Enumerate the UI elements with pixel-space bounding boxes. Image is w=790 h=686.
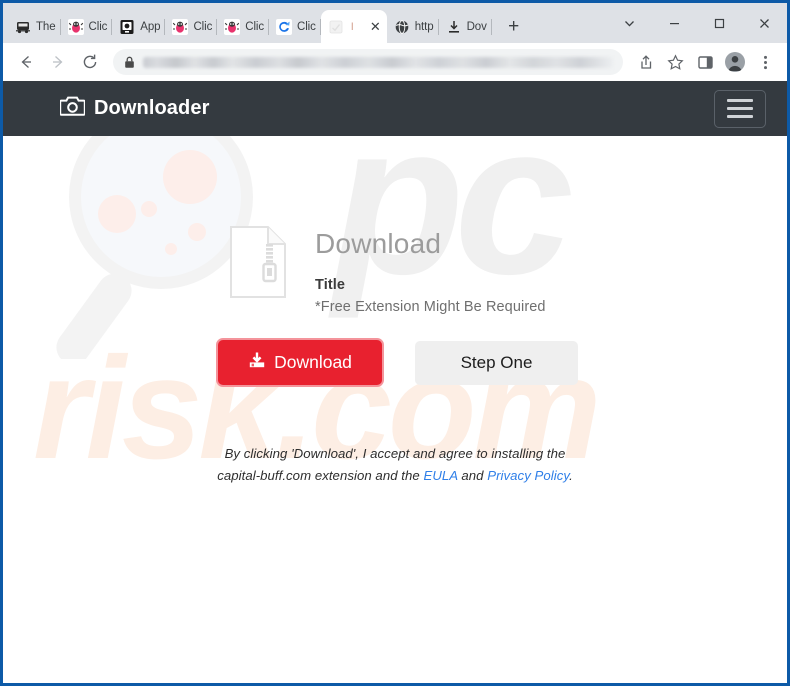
new-tab-button[interactable]: + <box>500 12 528 40</box>
tab-label: App <box>140 20 161 33</box>
zip-file-icon <box>230 226 286 298</box>
bug-icon <box>224 18 241 35</box>
window-maximize-button[interactable] <box>697 7 742 39</box>
button-row: Download Step One <box>3 338 787 388</box>
refresh-blue-icon <box>276 18 292 35</box>
bug-icon <box>172 18 189 35</box>
window-minimize-button[interactable] <box>652 7 697 39</box>
tab-label: Clic <box>297 20 316 33</box>
download-card: Download Title *Free Extension Might Be … <box>3 224 787 315</box>
disclaimer-part-3: . <box>569 467 573 483</box>
side-panel-icon[interactable] <box>691 48 719 76</box>
download-button-label: Download <box>274 352 352 373</box>
browser-toolbar <box>3 43 787 81</box>
browser-tab-active[interactable]: I ✕ <box>320 10 387 43</box>
window-controls <box>607 3 787 43</box>
download-heading: Download <box>315 228 442 259</box>
browser-window: The Clic App Clic Clic Clic I ✕ http Dov… <box>0 0 790 686</box>
browser-tab[interactable]: http <box>387 10 439 43</box>
brand: Downloader <box>59 95 210 122</box>
step-one-button[interactable]: Step One <box>415 340 578 385</box>
avatar <box>725 52 745 72</box>
download-icon <box>448 20 459 33</box>
back-arrow-icon[interactable] <box>11 47 41 77</box>
download-text-block: Download Title *Free Extension Might Be … <box>315 224 546 315</box>
blank-page-icon <box>329 20 343 33</box>
forward-arrow-icon[interactable] <box>43 47 73 77</box>
globe-icon <box>395 19 409 34</box>
site-header: Downloader <box>3 81 787 136</box>
browser-tab[interactable]: Clic <box>61 10 113 43</box>
address-bar[interactable] <box>113 49 623 75</box>
tab-label: I <box>350 20 354 33</box>
browser-tab[interactable]: The <box>8 10 61 43</box>
step-one-label: Step One <box>460 352 533 372</box>
window-close-button[interactable] <box>742 7 787 39</box>
bug-icon <box>67 18 84 35</box>
page-content: Download Title *Free Extension Might Be … <box>3 136 787 487</box>
tab-label: http <box>414 20 434 33</box>
share-icon[interactable] <box>631 48 659 76</box>
download-button[interactable]: Download <box>216 338 384 388</box>
browser-tab[interactable]: Clic <box>269 10 321 43</box>
train-icon <box>16 21 30 33</box>
privacy-policy-link[interactable]: Privacy Policy <box>487 468 569 483</box>
hamburger-menu-icon[interactable] <box>714 89 766 128</box>
tab-close-icon[interactable]: ✕ <box>368 19 383 34</box>
tab-label: Clic <box>88 20 108 33</box>
download-tray-icon <box>248 351 266 374</box>
site-title: Downloader <box>94 97 210 119</box>
browser-tab[interactable]: Dov <box>439 10 492 43</box>
download-title: Title <box>315 277 346 294</box>
lock-icon <box>124 56 135 69</box>
disclaimer-text: By clicking 'Download', I accept and agr… <box>209 443 581 487</box>
profile-avatar-icon[interactable] <box>721 48 749 76</box>
tab-label: Clic <box>245 20 264 33</box>
camera-icon <box>59 95 86 122</box>
tab-search-chevron-icon[interactable] <box>607 7 652 39</box>
tab-label: Dov <box>466 20 487 33</box>
browser-tab[interactable]: App <box>112 10 166 43</box>
tab-label: Clic <box>193 20 213 33</box>
reload-icon[interactable] <box>75 47 105 77</box>
browser-tab[interactable]: Clic <box>217 10 269 43</box>
download-note: *Free Extension Might Be Required <box>315 299 546 316</box>
eula-link[interactable]: EULA <box>424 468 458 483</box>
disclaimer-part-2: and <box>457 467 488 483</box>
page-viewport: Downloader pc risk.com Download Title *F… <box>3 81 787 683</box>
three-dots-menu-icon[interactable] <box>751 48 779 76</box>
tab-strip: The Clic App Clic Clic Clic I ✕ http Dov… <box>3 3 787 43</box>
tab-label: The <box>36 20 56 33</box>
browser-tab[interactable]: Clic <box>165 10 218 43</box>
tabs-row: The Clic App Clic Clic Clic I ✕ http Dov… <box>8 3 528 43</box>
url-input[interactable] <box>143 56 613 68</box>
star-icon[interactable] <box>661 48 689 76</box>
monitor-icon <box>120 19 134 34</box>
